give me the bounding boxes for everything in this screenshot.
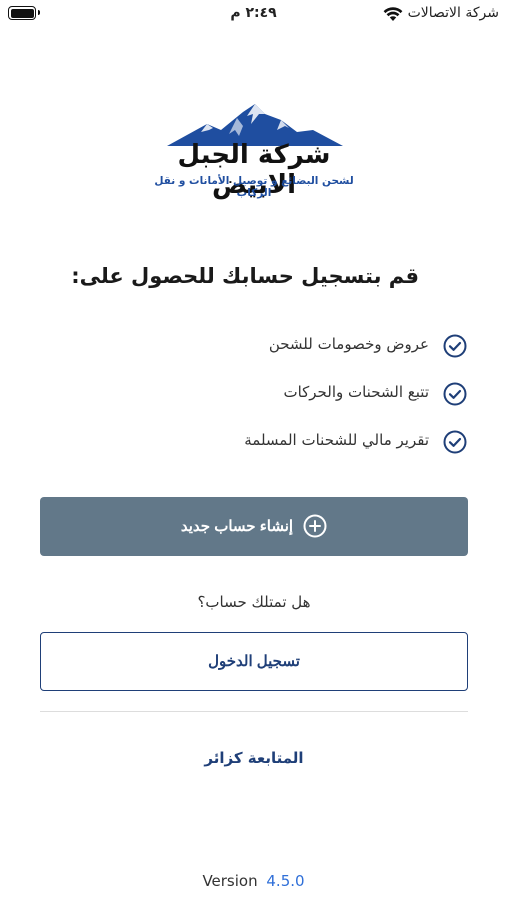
- page-headline: قم بتسجيل حسابك للحصول على:: [71, 264, 419, 288]
- check-circle-icon: [443, 334, 467, 358]
- continue-as-guest-link[interactable]: المتابعة كزائر: [40, 749, 468, 767]
- login-button[interactable]: تسجيل الدخول: [40, 632, 468, 691]
- benefit-item: عروض وخصومات للشحن: [107, 332, 467, 360]
- create-account-content: إنشاء حساب جديد: [40, 514, 468, 538]
- wifi-icon: [383, 7, 403, 21]
- create-account-label: إنشاء حساب جديد: [180, 518, 294, 535]
- check-circle-icon: [443, 382, 467, 406]
- status-bar: ٢:٤٩ م شركة الاتصالات: [0, 0, 507, 30]
- version-label: Version: [202, 872, 258, 890]
- have-account-text: هل تمتلك حساب؟: [197, 593, 311, 611]
- benefit-item: تتبع الشحنات والحركات: [107, 380, 467, 408]
- divider: [40, 711, 468, 712]
- version-info: Version 4.5.0: [0, 872, 507, 890]
- login-button-label: تسجيل الدخول: [208, 653, 300, 670]
- logo-tagline: لشحن البضائع و توصيل الأمانات و نقل الرك…: [154, 175, 354, 199]
- benefit-label: تتبع الشحنات والحركات: [283, 383, 429, 401]
- version-number: 4.5.0: [266, 872, 305, 890]
- plus-circle-icon: [303, 514, 327, 538]
- create-account-button[interactable]: إنشاء حساب جديد: [40, 497, 468, 556]
- benefit-item: تقرير مالي للشحنات المسلمة: [107, 428, 467, 456]
- benefit-label: عروض وخصومات للشحن: [268, 335, 429, 353]
- company-logo: شركة الجبل الابيض لشحن البضائع و توصيل ا…: [137, 100, 371, 200]
- check-circle-icon: [443, 430, 467, 454]
- carrier-name: شركة الاتصالات: [407, 5, 499, 21]
- benefit-label: تقرير مالي للشحنات المسلمة: [244, 431, 429, 449]
